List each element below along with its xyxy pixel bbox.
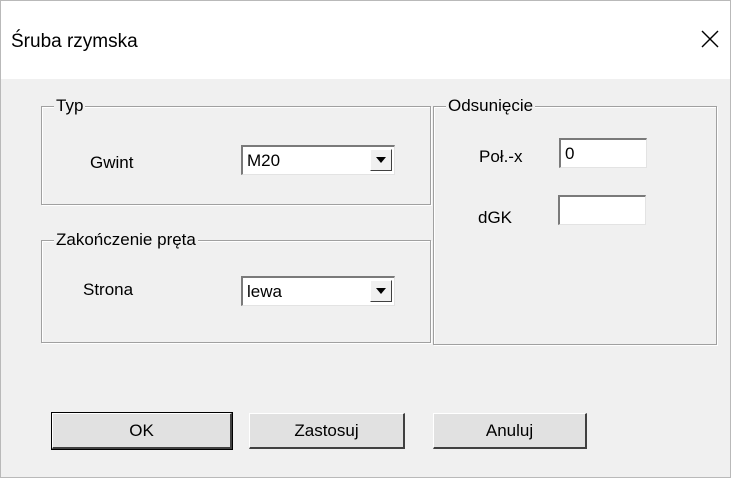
cancel-button[interactable]: Anuluj [433,413,587,449]
group-odsuniecie-label: Odsunięcie [446,96,536,115]
gwint-label: Gwint [90,153,134,172]
group-typ-label: Typ [54,96,86,115]
gwint-dropdown-button[interactable] [370,149,392,171]
dialog-client-area: Typ Gwint M20 Zakończenie pręta Strona l… [1,79,730,477]
strona-label: Strona [83,280,134,299]
close-button[interactable] [690,15,730,63]
gwint-select[interactable]: M20 [241,145,395,175]
chevron-down-icon [376,157,386,163]
close-icon [701,30,719,48]
strona-dropdown-button[interactable] [370,280,392,302]
gwint-select-value: M20 [247,151,281,170]
dialog-window: Śruba rzymska Typ Gwint M20 Zakończenie … [0,0,731,478]
window-title: Śruba rzymska [11,31,138,52]
apply-button[interactable]: Zastosuj [249,413,405,449]
ok-button[interactable]: OK [52,413,232,449]
strona-select[interactable]: lewa [241,276,395,306]
chevron-down-icon [376,288,386,294]
dgk-input[interactable] [558,195,646,225]
title-bar: Śruba rzymska [1,1,730,79]
strona-select-value: lewa [247,282,282,301]
polx-label: Poł.-x [479,147,523,166]
group-zakonczenie-label: Zakończenie pręta [54,230,198,249]
polx-input[interactable] [559,138,647,168]
dgk-label: dGK [478,208,513,227]
